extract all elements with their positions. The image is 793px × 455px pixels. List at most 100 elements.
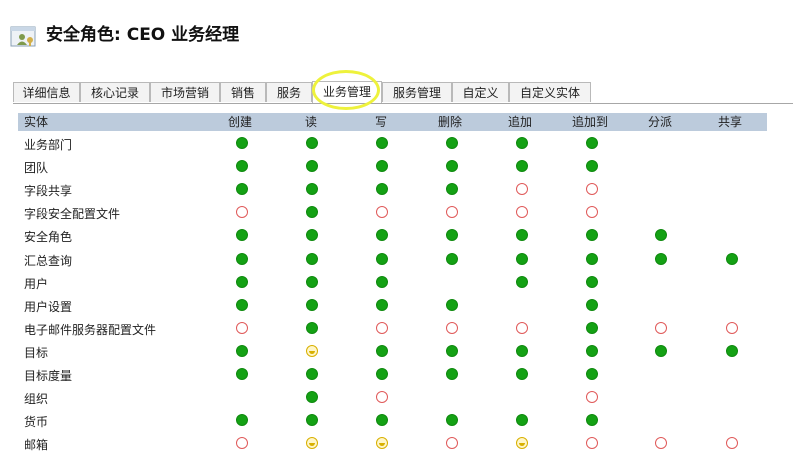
privilege-read-full-icon[interactable] — [306, 391, 318, 403]
privilege-read-full-icon[interactable] — [306, 206, 318, 218]
privilege-append-none-icon[interactable] — [516, 183, 528, 195]
privilege-create-full-icon[interactable] — [236, 160, 248, 172]
tab-service[interactable]: 服务 — [266, 82, 312, 102]
privilege-create-full-icon[interactable] — [236, 299, 248, 311]
privilege-append-full-icon[interactable] — [516, 345, 528, 357]
privilege-delete-full-icon[interactable] — [446, 229, 458, 241]
privilege-read-full-icon[interactable] — [306, 322, 318, 334]
privilege-read-full-icon[interactable] — [306, 160, 318, 172]
privilege-create-full-icon[interactable] — [236, 137, 248, 149]
privilege-append-full-icon[interactable] — [516, 253, 528, 265]
privilege-write-full-icon[interactable] — [376, 276, 388, 288]
privilege-assign-full-icon[interactable] — [655, 345, 667, 357]
privilege-delete-full-icon[interactable] — [446, 414, 458, 426]
tab-core-records[interactable]: 核心记录 — [80, 82, 150, 102]
privilege-read-partial-icon[interactable] — [306, 345, 318, 357]
privilege-write-full-icon[interactable] — [376, 414, 388, 426]
privilege-append-to-full-icon[interactable] — [586, 322, 598, 334]
privilege-append-to-full-icon[interactable] — [586, 368, 598, 380]
privilege-append-none-icon[interactable] — [516, 206, 528, 218]
privilege-delete-full-icon[interactable] — [446, 253, 458, 265]
privilege-append-to-full-icon[interactable] — [586, 345, 598, 357]
privilege-append-to-none-icon[interactable] — [586, 437, 598, 449]
privilege-append-to-full-icon[interactable] — [586, 299, 598, 311]
privilege-write-none-icon[interactable] — [376, 322, 388, 334]
privilege-append-full-icon[interactable] — [516, 276, 528, 288]
privilege-append-to-none-icon[interactable] — [586, 183, 598, 195]
privilege-delete-full-icon[interactable] — [446, 368, 458, 380]
privilege-append-full-icon[interactable] — [516, 368, 528, 380]
privilege-delete-none-icon[interactable] — [446, 206, 458, 218]
privilege-append-full-icon[interactable] — [516, 160, 528, 172]
privilege-create-full-icon[interactable] — [236, 368, 248, 380]
privilege-delete-none-icon[interactable] — [446, 322, 458, 334]
privilege-read-full-icon[interactable] — [306, 276, 318, 288]
privilege-create-full-icon[interactable] — [236, 276, 248, 288]
privilege-create-full-icon[interactable] — [236, 183, 248, 195]
privilege-delete-full-icon[interactable] — [446, 137, 458, 149]
tab-custom-entities[interactable]: 自定义实体 — [509, 82, 591, 102]
privilege-create-full-icon[interactable] — [236, 253, 248, 265]
privilege-read-full-icon[interactable] — [306, 229, 318, 241]
table-row: 汇总查询 — [18, 248, 767, 271]
privilege-write-full-icon[interactable] — [376, 299, 388, 311]
privilege-append-to-full-icon[interactable] — [586, 160, 598, 172]
privilege-write-full-icon[interactable] — [376, 160, 388, 172]
privilege-append-partial-icon[interactable] — [516, 437, 528, 449]
privilege-write-partial-icon[interactable] — [376, 437, 388, 449]
tab-service-management[interactable]: 服务管理 — [382, 82, 452, 102]
tab-business-management[interactable]: 业务管理 — [312, 81, 382, 103]
privilege-append-to-full-icon[interactable] — [586, 229, 598, 241]
tab-marketing[interactable]: 市场营销 — [150, 82, 220, 102]
privilege-read-full-icon[interactable] — [306, 183, 318, 195]
privilege-append-to-none-icon[interactable] — [586, 391, 598, 403]
privilege-assign-none-icon[interactable] — [655, 322, 667, 334]
privilege-write-full-icon[interactable] — [376, 229, 388, 241]
privilege-assign-full-icon[interactable] — [655, 229, 667, 241]
privilege-write-full-icon[interactable] — [376, 183, 388, 195]
privilege-share-full-icon[interactable] — [726, 345, 738, 357]
privilege-delete-full-icon[interactable] — [446, 299, 458, 311]
tab-details[interactable]: 详细信息 — [13, 82, 80, 102]
privilege-append-to-full-icon[interactable] — [586, 137, 598, 149]
privilege-read-full-icon[interactable] — [306, 368, 318, 380]
privilege-append-to-full-icon[interactable] — [586, 253, 598, 265]
privilege-create-none-icon[interactable] — [236, 206, 248, 218]
privilege-assign-none-icon[interactable] — [655, 437, 667, 449]
privilege-append-to-full-icon[interactable] — [586, 414, 598, 426]
privilege-write-none-icon[interactable] — [376, 206, 388, 218]
privilege-create-full-icon[interactable] — [236, 229, 248, 241]
entity-label: 邮箱 — [24, 438, 49, 452]
tab-sales[interactable]: 销售 — [220, 82, 266, 102]
privilege-write-full-icon[interactable] — [376, 345, 388, 357]
privilege-share-full-icon[interactable] — [726, 253, 738, 265]
privilege-read-full-icon[interactable] — [306, 299, 318, 311]
privilege-append-full-icon[interactable] — [516, 414, 528, 426]
privilege-append-to-none-icon[interactable] — [586, 206, 598, 218]
privilege-write-full-icon[interactable] — [376, 253, 388, 265]
privilege-append-to-full-icon[interactable] — [586, 276, 598, 288]
privilege-read-full-icon[interactable] — [306, 253, 318, 265]
privilege-create-none-icon[interactable] — [236, 437, 248, 449]
privilege-append-full-icon[interactable] — [516, 229, 528, 241]
privilege-create-full-icon[interactable] — [236, 414, 248, 426]
privilege-read-full-icon[interactable] — [306, 137, 318, 149]
privilege-share-none-icon[interactable] — [726, 437, 738, 449]
privilege-read-full-icon[interactable] — [306, 414, 318, 426]
privilege-create-none-icon[interactable] — [236, 322, 248, 334]
privilege-delete-full-icon[interactable] — [446, 345, 458, 357]
privilege-delete-full-icon[interactable] — [446, 183, 458, 195]
privilege-assign-full-icon[interactable] — [655, 253, 667, 265]
privilege-share-none-icon[interactable] — [726, 322, 738, 334]
privilege-write-full-icon[interactable] — [376, 368, 388, 380]
privilege-write-full-icon[interactable] — [376, 137, 388, 149]
privilege-append-none-icon[interactable] — [516, 322, 528, 334]
privilege-read-partial-icon[interactable] — [306, 437, 318, 449]
privilege-append-full-icon[interactable] — [516, 137, 528, 149]
privilege-write-none-icon[interactable] — [376, 391, 388, 403]
column-header-append: 追加 — [508, 115, 533, 129]
privilege-delete-full-icon[interactable] — [446, 160, 458, 172]
tab-customization[interactable]: 自定义 — [452, 82, 509, 102]
privilege-create-full-icon[interactable] — [236, 345, 248, 357]
privilege-delete-none-icon[interactable] — [446, 437, 458, 449]
